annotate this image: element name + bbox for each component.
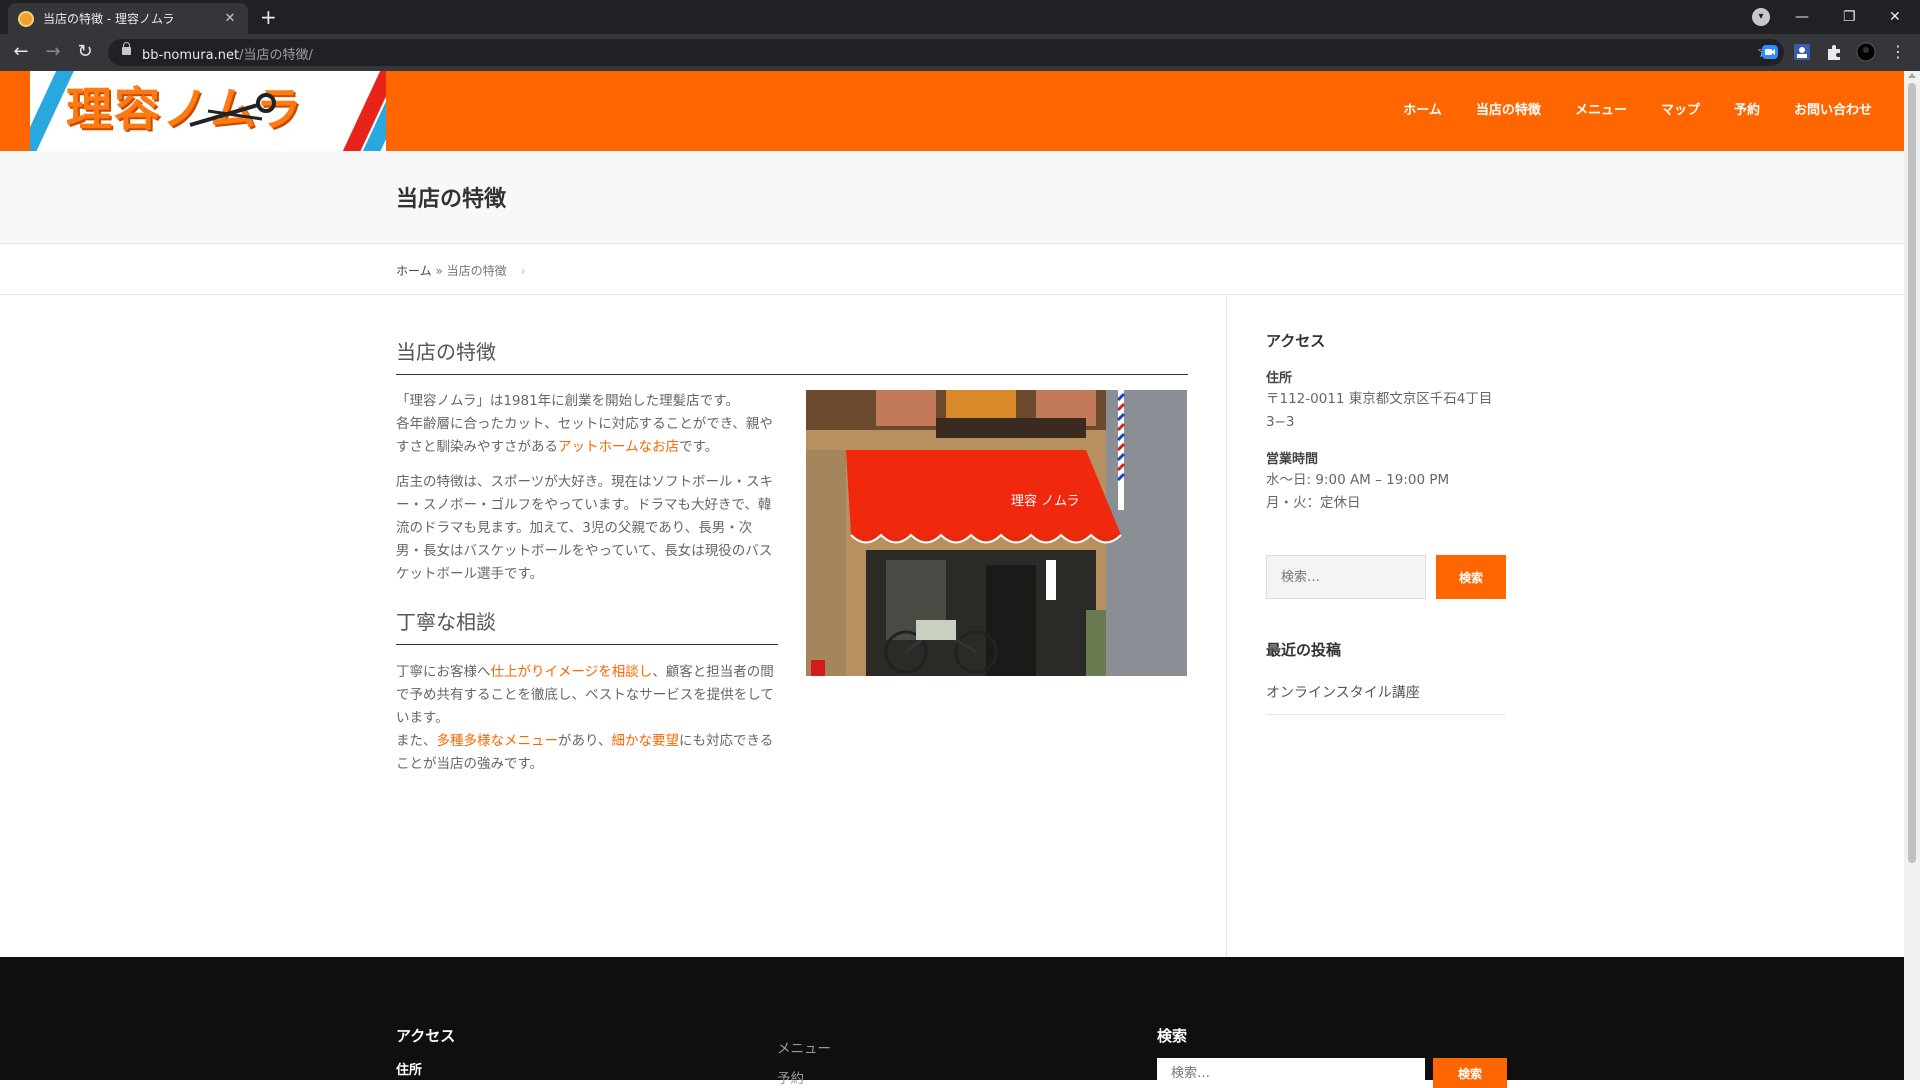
breadcrumb-separator: » <box>431 264 447 278</box>
reload-icon[interactable]: ↻ <box>74 41 96 63</box>
tab-search-icon[interactable]: ▾ <box>1752 8 1770 26</box>
browser-tab-active[interactable]: 当店の特徴 - 理容ノムラ ✕ <box>8 3 248 34</box>
nav-menu[interactable]: メニュー <box>1575 99 1627 118</box>
consultation-column: 丁寧な相談 丁寧にお客様へ仕上がりイメージを相談し、顧客と担当者の間で予め共有す… <box>396 606 778 776</box>
page-title-band: 当店の特徴 <box>0 151 1904 244</box>
site-logo[interactable]: 理容ノムラ <box>30 71 386 151</box>
footer-address-label: 住所 <box>396 1063 423 1078</box>
scroll-thumb[interactable] <box>1908 83 1916 863</box>
browser-menu-icon[interactable]: ⋮ <box>1888 42 1908 62</box>
breadcrumb-home-link[interactable]: ホーム <box>396 264 432 278</box>
breadcrumb-band: ホーム » 当店の特徴 › <box>0 244 1904 295</box>
site-header: 理容ノムラ ホーム 当店の特徴 メニュー マップ 予約 お問い合わせ <box>0 71 1904 151</box>
footer-access-title: アクセス <box>396 1027 456 1045</box>
breadcrumb-chevron-icon: › <box>520 264 526 278</box>
recent-post-link[interactable]: オンラインスタイル講座 <box>1266 670 1506 715</box>
link-menu-variety[interactable]: 多種多様なメニュー <box>437 733 559 749</box>
tab-close-icon[interactable]: ✕ <box>222 11 238 26</box>
new-tab-button[interactable]: + <box>260 5 277 29</box>
footer-link-menu[interactable]: メニュー <box>777 1037 831 1057</box>
site-footer: アクセス 住所 メニュー 予約 検索 検索 <box>0 957 1904 1088</box>
browser-toolbar: ← → ↻ bb-nomura.net/当店の特徴/ ☆ ⋮ <box>0 34 1920 71</box>
main-nav: ホーム 当店の特徴 メニュー マップ 予約 お問い合わせ <box>1369 99 1872 118</box>
breadcrumb: ホーム » 当店の特徴 › <box>396 262 525 279</box>
footer-search-input[interactable] <box>1157 1058 1425 1088</box>
sidebar-search-input[interactable] <box>1266 555 1426 599</box>
window-close-icon[interactable]: ✕ <box>1889 0 1901 34</box>
nav-reservation[interactable]: 予約 <box>1734 99 1760 118</box>
main-content: 当店の特徴 「理容ノムラ」は1981年に創業を開始した理髪店です。 各年齢層に合… <box>396 336 1188 772</box>
sidebar-search-form: 検索 <box>1266 555 1506 599</box>
nav-map[interactable]: マップ <box>1661 99 1700 118</box>
access-widget-title: アクセス <box>1266 332 1326 350</box>
sidebar-divider <box>1226 295 1227 957</box>
hours-label: 営業時間 <box>1266 452 1319 467</box>
page-title: 当店の特徴 <box>396 187 507 212</box>
minimize-icon[interactable]: — <box>1795 0 1809 34</box>
section-heading-features: 当店の特徴 <box>396 336 1188 375</box>
footer-search-button[interactable]: 検索 <box>1433 1058 1507 1088</box>
sidebar-search-button[interactable]: 検索 <box>1436 555 1506 599</box>
restore-icon[interactable]: ❐ <box>1843 0 1856 34</box>
recent-posts-title: 最近の投稿 <box>1266 641 1342 659</box>
sidebar: アクセス 住所 〒112-0011 東京都文京区千石4丁目 3−3 営業時間 水〜… <box>1266 330 1506 715</box>
scissors-icon <box>189 93 276 127</box>
address-text: 〒112-0011 東京都文京区千石4丁目 3−3 <box>1266 391 1493 430</box>
screenshot-extension-icon[interactable] <box>1792 42 1812 62</box>
link-detailed-requests[interactable]: 細かな要望 <box>611 733 679 749</box>
tab-title: 当店の特徴 - 理容ノムラ <box>43 12 175 26</box>
address-bar[interactable]: bb-nomura.net/当店の特徴/ ☆ <box>108 39 1784 66</box>
extensions-puzzle-icon[interactable] <box>1824 42 1844 62</box>
breadcrumb-current: 当店の特徴 <box>446 264 507 278</box>
footer-search-title: 検索 <box>1157 1027 1188 1045</box>
hours-text: 水〜日: 9:00 AM – 19:00 PM 月・火：定休日 <box>1266 472 1450 511</box>
features-text-column: 「理容ノムラ」は1981年に創業を開始した理髪店です。 各年齢層に合ったカット、… <box>396 390 778 586</box>
nav-contact[interactable]: お問い合わせ <box>1794 99 1872 118</box>
nav-home[interactable]: ホーム <box>1403 99 1442 118</box>
url-text: bb-nomura.net/当店の特徴/ <box>142 48 313 63</box>
address-label: 住所 <box>1266 371 1293 386</box>
lock-icon <box>122 42 131 55</box>
link-finish-image[interactable]: 仕上がりイメージを相談し <box>491 664 653 680</box>
browser-tab-bar: 当店の特徴 - 理容ノムラ ✕ + ▾ — ❐ ✕ <box>0 0 1920 34</box>
page-scrollbar[interactable] <box>1904 71 1920 1080</box>
profile-avatar-icon[interactable] <box>1856 42 1876 62</box>
store-front-photo: 理容 ノムラ <box>806 390 1187 676</box>
paragraph-intro: 「理容ノムラ」は1981年に創業を開始した理髪店です。 各年齢層に合ったカット、… <box>396 393 773 455</box>
awning-sign: 理容 ノムラ <box>1011 493 1079 509</box>
forward-arrow-icon[interactable]: → <box>42 41 64 63</box>
footer-link-reservation[interactable]: 予約 <box>777 1067 804 1087</box>
link-at-home[interactable]: アットホームなお店 <box>558 439 679 455</box>
back-arrow-icon[interactable]: ← <box>10 41 32 63</box>
scroll-up-arrow-icon[interactable] <box>1908 73 1916 78</box>
paragraph-consultation: 丁寧にお客様へ仕上がりイメージを相談し、顧客と担当者の間で予め共有することを徹底… <box>396 664 774 772</box>
nav-features[interactable]: 当店の特徴 <box>1476 99 1541 118</box>
section-heading-consultation: 丁寧な相談 <box>396 606 778 645</box>
zoom-extension-icon[interactable] <box>1760 42 1780 62</box>
paragraph-owner: 店主の特徴は、スポーツが大好き。現在はソフトボール・スキー・スノボー・ゴルフをや… <box>396 474 774 582</box>
site-favicon-icon <box>18 10 34 27</box>
